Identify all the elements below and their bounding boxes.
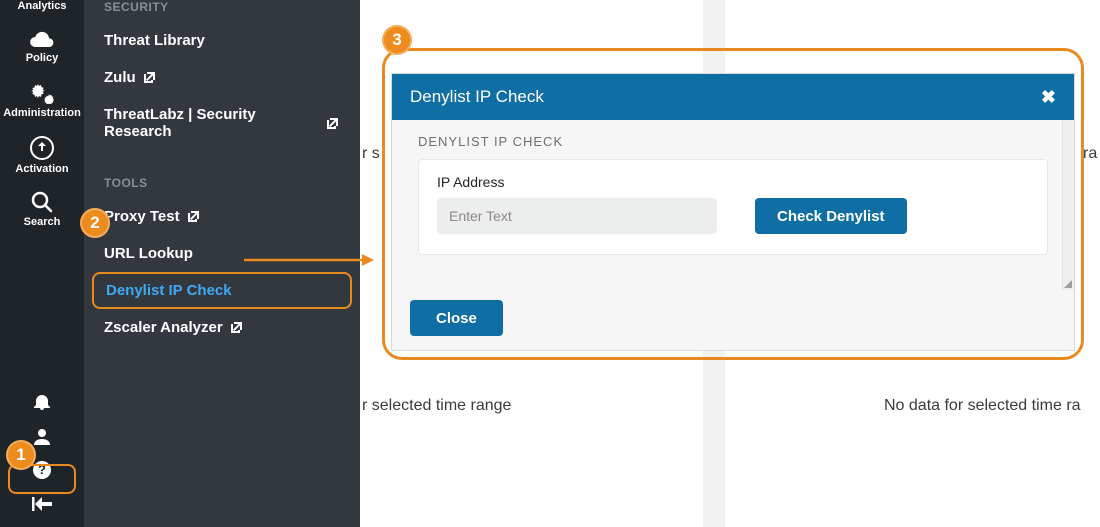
svg-text:?: ? (38, 462, 46, 477)
user-icon (33, 427, 51, 450)
collapse-button[interactable] (0, 489, 84, 523)
submenu-item-label: URL Lookup (104, 245, 193, 262)
nav-item-policy[interactable]: Policy (0, 20, 84, 74)
rail-spacer (0, 236, 84, 387)
modal-title: Denylist IP Check (410, 87, 544, 107)
submenu-item-label: Proxy Test (104, 208, 180, 225)
cloud-icon (29, 31, 55, 49)
notifications-button[interactable] (0, 387, 84, 421)
submenu-item-denylist-ip-check[interactable]: Denylist IP Check (92, 272, 352, 309)
modal-footer: Close (392, 290, 1074, 350)
callout-badge-3: 3 (382, 25, 412, 55)
modal-scrollbar[interactable] (1062, 120, 1074, 290)
search-icon (31, 191, 53, 213)
close-icon: ✖ (1041, 87, 1056, 107)
upload-circle-icon (30, 136, 54, 160)
nav-label: Policy (26, 52, 58, 64)
submenu-item-label: Denylist IP Check (106, 282, 232, 299)
nav-label: Administration (3, 107, 81, 119)
submenu-item-threat-library[interactable]: Threat Library (84, 22, 360, 59)
nav-item-search[interactable]: Search (0, 182, 84, 236)
submenu-panel: SECURITY Threat Library Zulu ThreatLabz … (84, 0, 360, 527)
submenu-item-zulu[interactable]: Zulu (84, 59, 360, 96)
submenu-item-label: Threat Library (104, 32, 205, 49)
submenu-item-label: Zulu (104, 69, 136, 86)
callout-3-highlight: Denylist IP Check ✖ DENYLIST IP CHECK IP… (382, 48, 1084, 360)
submenu-item-url-lookup[interactable]: URL Lookup (84, 235, 360, 272)
modal-header: Denylist IP Check ✖ (392, 74, 1074, 120)
bg-text-fragment: ra (1083, 145, 1097, 163)
submenu-section-label: SECURITY (84, 0, 360, 22)
submenu-section-label: TOOLS (84, 172, 360, 198)
external-link-icon (325, 116, 340, 131)
field-label: IP Address (437, 174, 717, 190)
ip-address-input[interactable] (437, 198, 717, 234)
collapse-left-icon (32, 497, 52, 516)
help-icon: ? (32, 460, 52, 485)
callout-badge-1: 1 (6, 440, 36, 470)
nav-item-activation[interactable]: Activation (0, 128, 84, 182)
gears-icon (29, 84, 55, 104)
nav-item-administration[interactable]: Administration (0, 74, 84, 128)
nav-label: Search (24, 216, 61, 228)
nav-item-analytics[interactable]: Analytics (0, 0, 84, 20)
bg-text-fragment: No data for selected time ra (884, 397, 1081, 415)
modal-body: DENYLIST IP CHECK IP Address Check Denyl… (392, 120, 1074, 290)
modal-close-button[interactable]: ✖ (1041, 87, 1056, 108)
external-link-icon (186, 209, 201, 224)
nav-label: Analytics (18, 0, 67, 12)
modal-section-label: DENYLIST IP CHECK (418, 134, 1048, 149)
bell-icon (33, 393, 51, 416)
check-denylist-button[interactable]: Check Denylist (755, 198, 907, 234)
bg-text-fragment: r selected time range (362, 397, 511, 415)
external-link-icon (229, 320, 244, 335)
ip-address-field: IP Address (437, 174, 717, 234)
bg-text-fragment: r s (362, 145, 380, 163)
close-button[interactable]: Close (410, 300, 503, 336)
nav-label: Activation (15, 163, 68, 175)
submenu-item-proxy-test[interactable]: Proxy Test (84, 198, 360, 235)
submenu-item-label: ThreatLabz | Security Research (104, 106, 319, 140)
submenu-item-threatlabz[interactable]: ThreatLabz | Security Research (84, 96, 360, 150)
nav-rail-top: Analytics Policy Administration Activati… (0, 0, 84, 236)
ip-check-card: IP Address Check Denylist (418, 159, 1048, 255)
callout-badge-2: 2 (80, 208, 110, 238)
submenu-item-label: Zscaler Analyzer (104, 319, 223, 336)
submenu-item-zscaler-analyzer[interactable]: Zscaler Analyzer (84, 309, 360, 346)
denylist-modal: Denylist IP Check ✖ DENYLIST IP CHECK IP… (391, 73, 1075, 351)
external-link-icon (142, 70, 157, 85)
